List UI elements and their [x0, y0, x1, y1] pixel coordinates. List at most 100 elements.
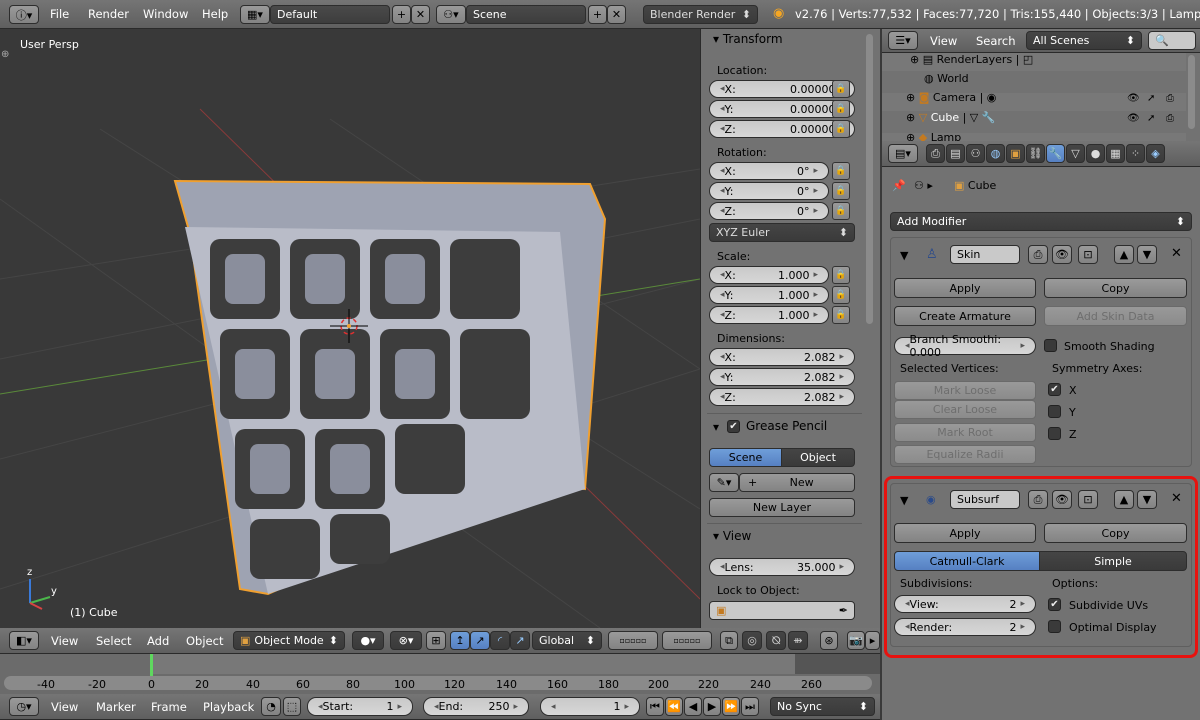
render-tab-icon[interactable]: ⎙ — [926, 144, 945, 163]
toolshelf-toggle-icon[interactable]: ⊕ — [1, 49, 9, 60]
renderability-icon[interactable]: ⎙ — [1166, 93, 1174, 104]
material-tab-icon[interactable]: ● — [1086, 144, 1105, 163]
lock-icon[interactable]: 🔒 — [832, 162, 850, 180]
play-icon[interactable]: ▶ — [703, 697, 721, 716]
outliner-search-field[interactable]: 🔍 — [1148, 31, 1196, 50]
next-key-icon[interactable]: ⏩ — [722, 697, 740, 716]
select-menu[interactable]: Select — [96, 634, 131, 648]
scale-tool-icon[interactable]: ↗ — [510, 631, 530, 650]
create-armature-button[interactable]: Create Armature — [894, 306, 1036, 326]
equalize-radii-button[interactable]: Equalize Radii — [894, 445, 1036, 464]
lock-icon[interactable]: 🔒 — [832, 306, 850, 324]
shading-select[interactable]: ●▾ — [352, 631, 384, 650]
screen-layout-icon[interactable]: ▦▾ — [240, 5, 270, 24]
start-frame-field[interactable]: ◂ Start: 1 ▸ — [307, 697, 413, 716]
rotate-icon[interactable]: ↗ — [470, 631, 490, 650]
subdivide-uvs-checkbox[interactable]: ✔ — [1048, 598, 1061, 611]
move-down-icon[interactable]: ▼ — [1137, 490, 1157, 509]
layers-grid-b[interactable]: ▫▫▫▫▫ — [662, 631, 712, 650]
symmetry-y-checkbox[interactable] — [1048, 405, 1061, 418]
render-layer-icon[interactable]: ⧉ — [720, 631, 738, 650]
playhead[interactable] — [150, 654, 153, 676]
lock-icon[interactable]: 🔒 — [832, 202, 850, 220]
timeline-marker-menu[interactable]: Marker — [96, 700, 136, 714]
jump-end-icon[interactable]: ⏭ — [741, 697, 759, 716]
mark-root-button[interactable]: Mark Root — [894, 423, 1036, 442]
outliner-item-renderlayers[interactable]: ⊕ ▤ RenderLayers | ◰ — [910, 53, 1033, 66]
subsurf-view-levels-field[interactable]: ◂ View: 2 ▸ — [894, 595, 1036, 613]
clear-loose-button[interactable]: Clear Loose — [894, 400, 1036, 419]
branch-smoothing-field[interactable]: ◂ Branch Smoothi: 0.000 ▸ — [894, 333, 1036, 359]
scale-y-field[interactable]: ◂ Y: 1.000 ▸ — [709, 286, 829, 304]
timeline-frame-menu[interactable]: Frame — [151, 700, 187, 714]
scene-field[interactable]: Scene — [466, 5, 586, 24]
end-frame-field[interactable]: ◂ End: 250 ▸ — [423, 697, 529, 716]
subsurf-copy-button[interactable]: Copy — [1044, 523, 1187, 543]
add-menu[interactable]: Add — [147, 634, 169, 648]
scene-icon[interactable]: ⚇▾ — [436, 5, 466, 24]
snap-icon[interactable]: ⦰ — [766, 631, 786, 650]
texture-tab-icon[interactable]: ▦ — [1106, 144, 1125, 163]
catmull-clark-tab[interactable]: Catmull-Clark — [894, 551, 1040, 571]
grease-pencil-checkbox[interactable]: ✔ — [727, 420, 740, 433]
renderability-icon[interactable]: ⎙ — [1166, 113, 1174, 124]
world-tab-icon[interactable]: ◍ — [986, 144, 1005, 163]
current-frame-field[interactable]: ◂ 1 ▸ — [540, 697, 640, 716]
dimension-x-field[interactable]: ◂ X: 2.082 ▸ — [709, 348, 855, 366]
scene-tab-icon[interactable]: ⚇ — [966, 144, 985, 163]
outliner-item-cube[interactable]: ⊕ ▽ Cube | ▽ 🔧 — [906, 111, 995, 124]
new-layer-button[interactable]: New Layer — [709, 498, 855, 517]
keying-set-icon[interactable]: ⬚ — [283, 697, 301, 716]
pivot-select[interactable]: ⊗▾ — [390, 631, 422, 650]
add-modifier-select[interactable]: Add Modifier ⬍ — [890, 212, 1192, 231]
outliner-search-menu[interactable]: Search — [976, 34, 1016, 48]
n-panel-scrollbar[interactable] — [866, 34, 873, 324]
snap-element-icon[interactable]: ⇻ — [788, 631, 808, 650]
editor-type-outliner-icon[interactable]: ☰▾ — [888, 31, 918, 50]
remove-layout-icon[interactable]: ✕ — [411, 5, 430, 24]
collapse-icon[interactable]: ▼ — [900, 249, 908, 262]
subsurf-name-field[interactable]: Subsurf — [950, 490, 1020, 509]
preview-range-icon[interactable]: ◔ — [261, 697, 281, 716]
scale-x-field[interactable]: ◂ X: 1.000 ▸ — [709, 266, 829, 284]
translate-icon[interactable]: ↥ — [450, 631, 470, 650]
layers-grid-a[interactable]: ▫▫▫▫▫ — [608, 631, 658, 650]
particles-tab-icon[interactable]: ⁘ — [1126, 144, 1145, 163]
proportional-icon[interactable]: ◎ — [742, 631, 762, 650]
symmetry-z-checkbox[interactable] — [1048, 427, 1061, 440]
add-layout-icon[interactable]: + — [392, 5, 411, 24]
subsurf-render-levels-field[interactable]: ◂ Render: 2 ▸ — [894, 618, 1036, 636]
viewport-toggle-icon[interactable]: 👁 — [1052, 245, 1072, 264]
render-toggle-icon[interactable]: ⎙ — [1028, 245, 1048, 264]
add-scene-icon[interactable]: + — [588, 5, 607, 24]
screen-layout-field[interactable]: Default — [270, 5, 390, 24]
move-up-icon[interactable]: ▲ — [1114, 490, 1134, 509]
eyedropper-icon[interactable]: ✒ — [839, 604, 848, 617]
sync-select[interactable]: No Sync ⬍ — [770, 697, 875, 716]
selectability-icon[interactable]: ➚ — [1147, 113, 1155, 124]
play-reverse-icon[interactable]: ◀ — [684, 697, 702, 716]
prev-key-icon[interactable]: ⏪ — [665, 697, 683, 716]
grease-pencil-collapse-icon[interactable]: ▾ — [713, 420, 719, 434]
scale-icon[interactable]: ◜ — [490, 631, 510, 650]
timeline-scrollbar[interactable] — [4, 676, 872, 690]
outliner-filter-select[interactable]: All Scenes ⬍ — [1026, 31, 1142, 50]
outliner-list[interactable]: ⊕ ▤ RenderLayers | ◰ ◍ World ⊕ ◙ Camera … — [882, 53, 1200, 141]
editor-type-3d-icon[interactable]: ◧▾ — [9, 631, 39, 650]
smooth-shading-checkbox[interactable] — [1044, 339, 1057, 352]
grease-object-tab[interactable]: Object — [781, 448, 855, 467]
lock-icon[interactable]: 🔒 — [832, 100, 850, 118]
data-tab-icon[interactable]: ▽ — [1066, 144, 1085, 163]
editmode-toggle-icon[interactable]: ⊡ — [1078, 490, 1098, 509]
rotation-y-field[interactable]: ◂ Y: 0° ▸ — [709, 182, 829, 200]
optimal-display-checkbox[interactable] — [1048, 620, 1061, 633]
menu-render[interactable]: Render — [88, 7, 129, 21]
lens-field[interactable]: ◂ Lens: 35.000 ▸ — [709, 558, 855, 576]
viewport-toggle-icon[interactable]: 👁 — [1052, 490, 1072, 509]
move-down-icon[interactable]: ▼ — [1137, 245, 1157, 264]
editor-type-timeline-icon[interactable]: ◷▾ — [9, 697, 39, 716]
jump-start-icon[interactable]: ⏮ — [646, 697, 664, 716]
rotation-mode-select[interactable]: XYZ Euler ⬍ — [709, 223, 855, 242]
pin-icon[interactable]: 📌 — [892, 179, 906, 192]
mark-loose-button[interactable]: Mark Loose — [894, 381, 1036, 400]
